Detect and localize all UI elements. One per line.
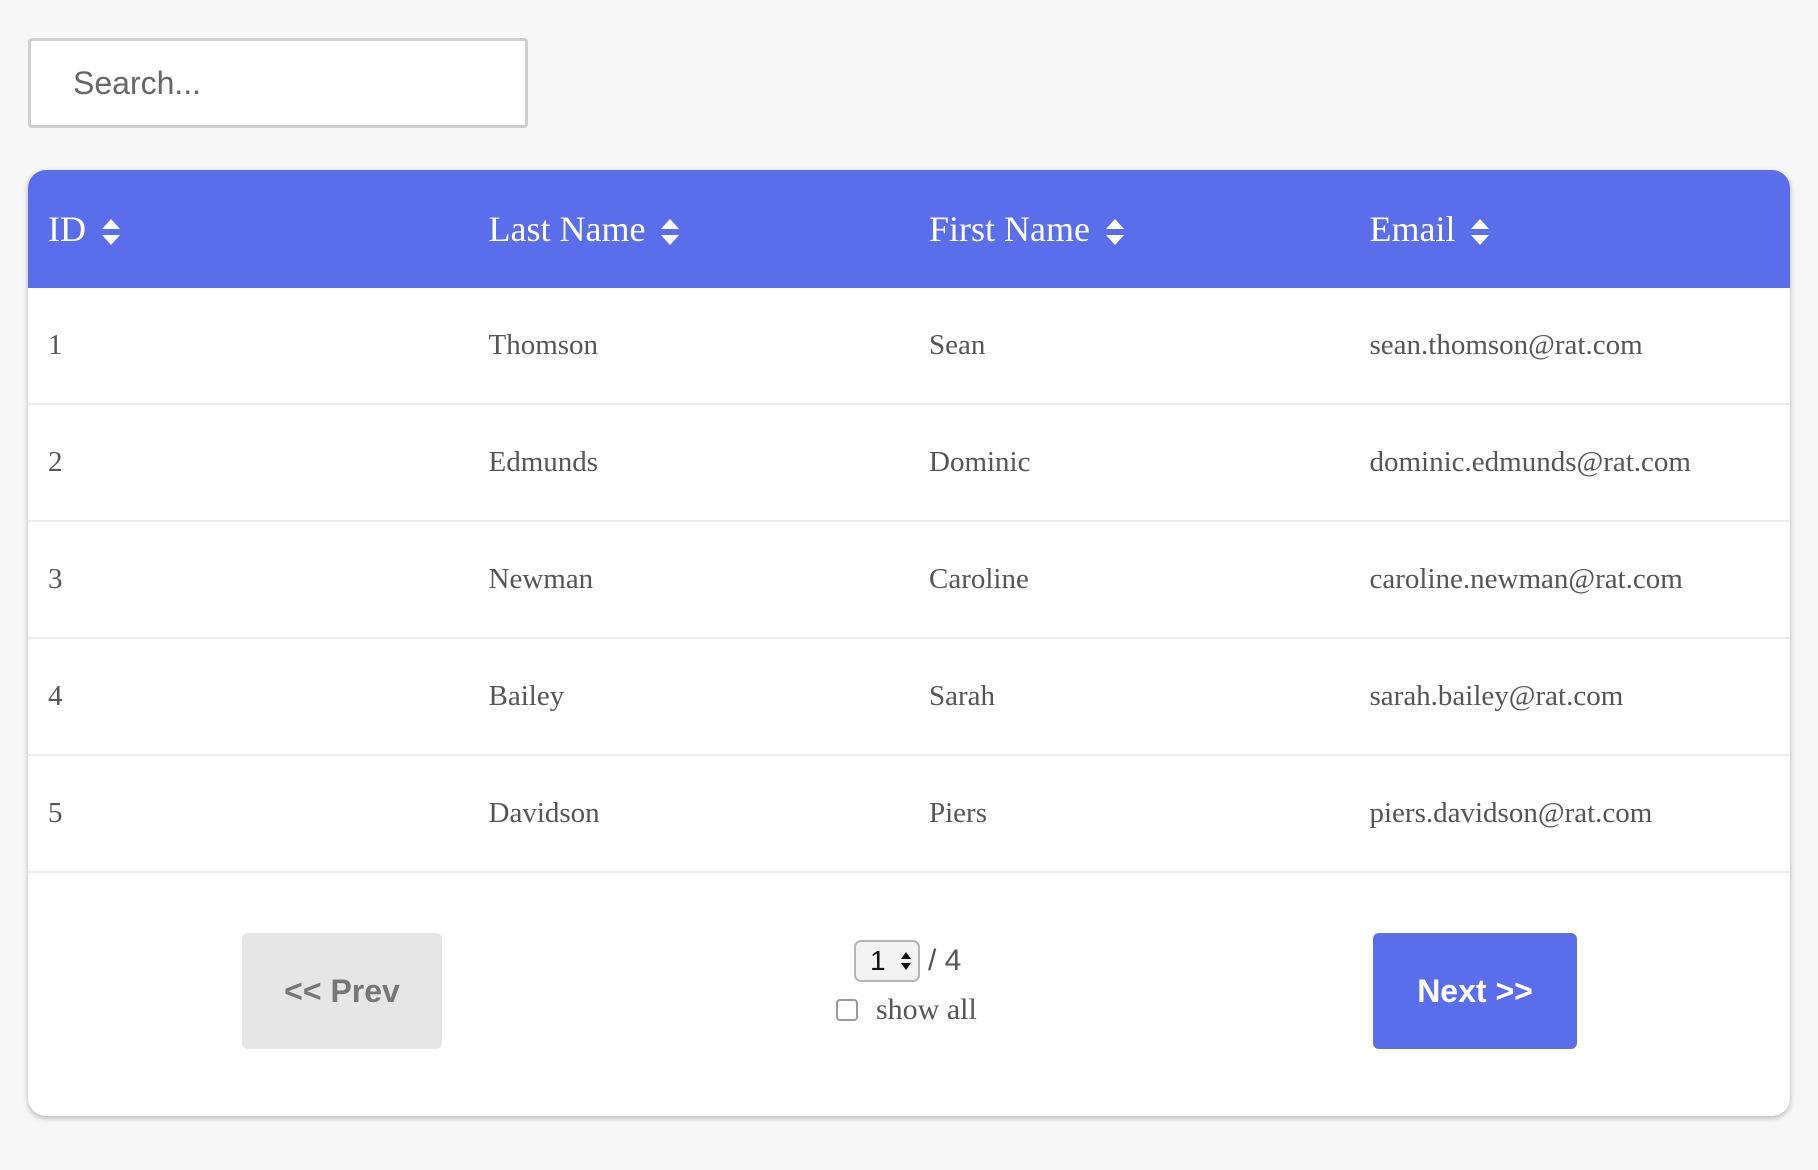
column-header-label: Email xyxy=(1369,209,1456,249)
column-header-label: ID xyxy=(48,209,86,249)
cell-first-name: Caroline xyxy=(929,563,1029,595)
pagination-footer: << Prev 1 / 4 show all Next >> xyxy=(28,873,1790,1114)
cell-id: 4 xyxy=(48,680,63,712)
show-all-toggle: show all xyxy=(836,993,977,1027)
column-header-first-name[interactable]: First Name xyxy=(909,208,1350,250)
cell-last-name: Newman xyxy=(488,563,594,595)
current-page-value: 1 xyxy=(870,945,886,976)
column-header-label: First Name xyxy=(929,209,1090,249)
table-header: ID Last Name First Name Email xyxy=(28,170,1790,288)
page-selector: 1 / 4 xyxy=(854,940,961,982)
cell-first-name: Sarah xyxy=(929,680,996,712)
column-header-email[interactable]: Email xyxy=(1350,208,1791,250)
search-input[interactable] xyxy=(28,38,528,128)
cell-email: piers.davidson@rat.com xyxy=(1369,797,1653,829)
prev-page-button[interactable]: << Prev xyxy=(242,933,442,1049)
cell-first-name: Piers xyxy=(929,797,987,829)
cell-email: caroline.newman@rat.com xyxy=(1369,563,1683,595)
table-row: 3 Newman Caroline caroline.newman@rat.co… xyxy=(28,522,1790,639)
table-row: 5 Davidson Piers piers.davidson@rat.com xyxy=(28,756,1790,873)
column-header-id[interactable]: ID xyxy=(28,208,469,250)
next-page-button[interactable]: Next >> xyxy=(1373,933,1577,1049)
cell-first-name: Sean xyxy=(929,329,986,361)
table-body: 1 Thomson Sean sean.thomson@rat.com 2 Ed… xyxy=(28,288,1790,873)
cell-first-name: Dominic xyxy=(929,446,1031,478)
table-row: 1 Thomson Sean sean.thomson@rat.com xyxy=(28,288,1790,405)
cell-id: 5 xyxy=(48,797,63,829)
total-pages-label: / 4 xyxy=(928,944,962,977)
sort-icon[interactable] xyxy=(1469,217,1491,247)
cell-email: sean.thomson@rat.com xyxy=(1369,329,1643,361)
cell-id: 3 xyxy=(48,563,63,595)
sort-icon[interactable] xyxy=(1104,217,1126,247)
spinner-updown-icon xyxy=(901,952,911,970)
column-header-label: Last Name xyxy=(488,209,646,249)
page-number-select[interactable]: 1 xyxy=(854,940,920,982)
cell-last-name: Thomson xyxy=(488,329,599,361)
cell-last-name: Bailey xyxy=(488,680,565,712)
data-table-card: ID Last Name First Name Email 1 Thomson … xyxy=(28,170,1790,1116)
cell-id: 2 xyxy=(48,446,63,478)
cell-last-name: Edmunds xyxy=(488,446,599,478)
cell-id: 1 xyxy=(48,329,63,361)
show-all-label[interactable]: show all xyxy=(876,993,977,1027)
column-header-last-name[interactable]: Last Name xyxy=(469,208,910,250)
cell-last-name: Davidson xyxy=(488,797,600,829)
sort-icon[interactable] xyxy=(659,217,681,247)
show-all-checkbox[interactable] xyxy=(836,999,858,1021)
sort-icon[interactable] xyxy=(100,217,122,247)
table-row: 4 Bailey Sarah sarah.bailey@rat.com xyxy=(28,639,1790,756)
table-row: 2 Edmunds Dominic dominic.edmunds@rat.co… xyxy=(28,405,1790,522)
cell-email: dominic.edmunds@rat.com xyxy=(1369,446,1691,478)
cell-email: sarah.bailey@rat.com xyxy=(1369,680,1624,712)
